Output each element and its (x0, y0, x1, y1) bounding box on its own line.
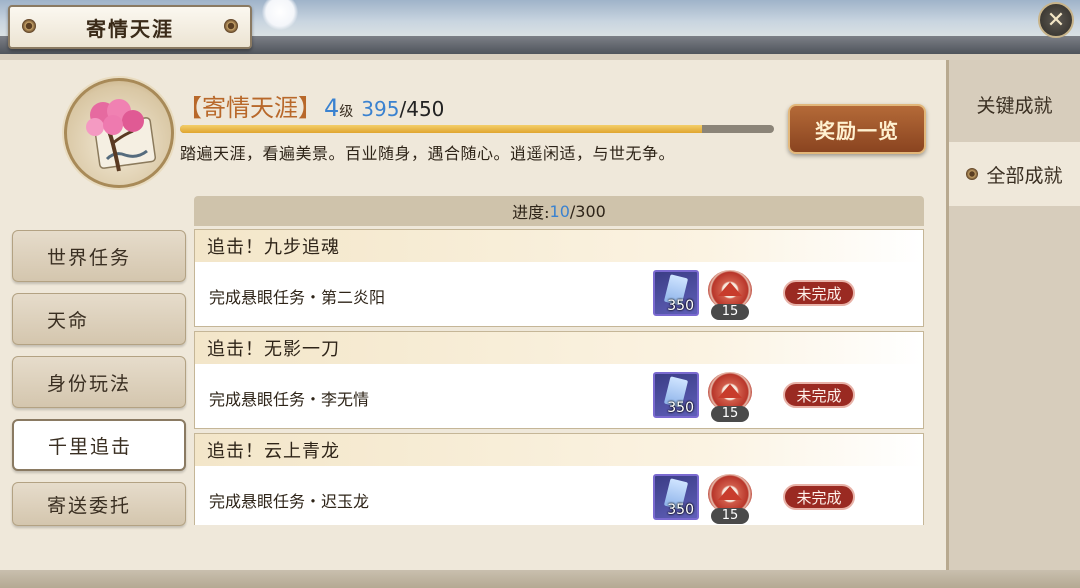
bottom-band (0, 570, 1080, 588)
tab-all-achievements[interactable]: 全部成就 (949, 142, 1080, 206)
scroll-reward-icon[interactable]: 350 (653, 474, 699, 520)
seal-reward-icon[interactable]: 15 (707, 474, 753, 524)
tab-label: 关键成就 (976, 94, 1053, 117)
selected-dot-icon (966, 168, 979, 180)
points-current: 395 (361, 97, 400, 121)
points-separator: / (399, 97, 407, 121)
achievement-progress-bar (180, 125, 774, 133)
seal-reward-icon[interactable]: 15 (707, 372, 753, 422)
list-item: 追击！无影一刀 完成悬眼任务・李无情 350 15 未完成 (194, 331, 924, 429)
close-icon: ✕ (1046, 7, 1066, 33)
task-description: 完成悬眼任务・李无情 (209, 390, 370, 409)
reward-overview-button[interactable]: 奖励一览 (788, 104, 926, 154)
category-pursuit[interactable]: 千里追击 (12, 419, 186, 471)
category-world-tasks[interactable]: 世界任务 (12, 230, 186, 282)
cherry-tree-icon (86, 99, 157, 172)
reward-quantity: 350 (667, 502, 694, 518)
achievement-name: 【寄情天涯】 (178, 94, 322, 122)
achievement-level: 4 (324, 94, 340, 122)
scroll-reward-icon[interactable]: 350 (653, 270, 699, 316)
task-title: 追击！无影一刀 (195, 332, 923, 364)
progress-bar-fill (180, 125, 702, 133)
task-description: 完成悬眼任务・迟玉龙 (209, 492, 370, 511)
ornament-icon (224, 19, 238, 33)
category-destiny[interactable]: 天命 (12, 293, 186, 345)
achievement-description: 踏遍天涯，看遍美景。百业随身，遇合随心。逍遥闲适，与世无争。 (180, 144, 676, 163)
scroll-reward-icon[interactable]: 350 (653, 372, 699, 418)
level-unit: 级 (339, 104, 354, 120)
progress-total: 300 (575, 201, 606, 221)
page-title: 寄情天涯 (86, 16, 174, 41)
side-tab-panel: 关键成就 全部成就 (949, 60, 1080, 570)
reward-quantity: 15 (711, 406, 749, 422)
category-delivery[interactable]: 寄送委托 (12, 482, 186, 526)
progress-label: 进度: (512, 203, 550, 222)
tab-key-achievements[interactable]: 关键成就 (949, 72, 1080, 136)
seal-reward-icon[interactable]: 15 (707, 270, 753, 320)
list-item: 追击！云上青龙 完成悬眼任务・迟玉龙 350 15 未完成 (194, 433, 924, 525)
ornament-icon (22, 19, 36, 33)
reward-quantity: 15 (711, 508, 749, 524)
task-description: 完成悬眼任务・第二炎阳 (209, 288, 386, 307)
points-max: 450 (406, 97, 445, 121)
status-badge: 未完成 (783, 484, 855, 510)
list-item: 追击！九步追魂 完成悬眼任务・第二炎阳 350 15 未完成 (194, 229, 924, 327)
task-title: 追击！云上青龙 (195, 434, 923, 466)
status-badge: 未完成 (783, 382, 855, 408)
close-button[interactable]: ✕ (1038, 2, 1074, 38)
category-identity[interactable]: 身份玩法 (12, 356, 186, 408)
reward-quantity: 350 (667, 298, 694, 314)
progress-header: 进度: 10 / 300 (194, 196, 924, 226)
progress-current: 10 (549, 201, 570, 221)
tab-label: 全部成就 (986, 164, 1063, 187)
title-plate: 寄情天涯 (8, 5, 252, 49)
task-title: 追击！九步追魂 (195, 230, 923, 262)
task-list[interactable]: 追击！九步追魂 完成悬眼任务・第二炎阳 350 15 未完成 追击！无影一刀 完… (194, 229, 924, 525)
reward-quantity: 350 (667, 400, 694, 416)
reward-quantity: 15 (711, 304, 749, 320)
status-badge: 未完成 (783, 280, 855, 306)
achievement-title-row: 【寄情天涯】 4 级 395 / 450 (178, 88, 445, 122)
achievement-avatar (64, 78, 174, 188)
